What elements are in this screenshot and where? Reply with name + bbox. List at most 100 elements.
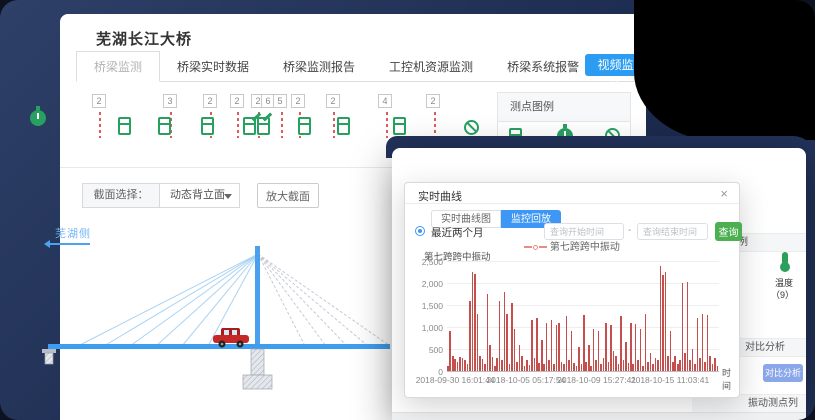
- chart-bar: [558, 323, 560, 371]
- chart-bar: [585, 362, 587, 371]
- chart-bar: [504, 292, 506, 371]
- chart-bar: [632, 364, 634, 371]
- temperature-count: （9）: [771, 288, 794, 301]
- legend-marker-line: [524, 246, 532, 248]
- legend-series-name: 第七跨跨中振动: [550, 242, 620, 253]
- chart-bar: [625, 342, 627, 371]
- chart-bar: [571, 331, 573, 371]
- chart-bar: [640, 329, 642, 371]
- section-select-dropdown[interactable]: 动态背立面: [160, 183, 240, 208]
- chart-bar: [521, 356, 523, 371]
- chart-bar: [717, 366, 719, 371]
- detail-window-footer: [392, 412, 806, 420]
- chart-plot-area: [447, 261, 719, 371]
- chart-bar: [603, 358, 605, 371]
- chart-bar: [581, 364, 583, 371]
- chart-bar: [647, 362, 649, 371]
- thermometer-icon: [780, 252, 790, 272]
- chart-bar: [561, 362, 563, 371]
- chart-bar: [467, 364, 469, 371]
- chart-bar: [459, 357, 461, 371]
- chart-bar: [593, 329, 595, 371]
- chart-bar: [472, 272, 474, 371]
- chart-bar: [672, 362, 674, 371]
- chart-bar: [553, 364, 555, 371]
- chart-bar: [501, 360, 503, 371]
- chart-bar: [670, 331, 672, 371]
- chart-bar: [541, 340, 543, 371]
- chart-bar: [516, 362, 518, 371]
- chart-bar: [578, 347, 580, 371]
- chart-bar: [655, 358, 657, 371]
- chart-bar: [514, 329, 516, 371]
- modal-title: 实时曲线: [418, 188, 462, 204]
- chart-bar: [454, 359, 456, 371]
- chart-bar: [526, 360, 528, 371]
- chart-bar: [630, 323, 632, 371]
- chart-bar: [677, 364, 679, 371]
- chart-bar: [702, 314, 704, 371]
- chart-bar: [524, 366, 526, 371]
- main-tab-4[interactable]: 桥梁系统报警: [490, 52, 596, 81]
- compare-analysis-button[interactable]: 对比分析: [763, 364, 803, 382]
- chart-bar: [464, 360, 466, 371]
- x-tick-label: 2018-10-05 05:17:54: [486, 375, 565, 385]
- window2-right-band: [806, 140, 815, 420]
- chart-bar: [618, 364, 620, 371]
- chart-bar: [551, 320, 553, 371]
- realtime-curve-modal: 实时曲线 × 实时曲线图 监控回放 最近两个月 - 查询 第七跨跨中振动 第七跨…: [404, 182, 740, 398]
- chart-bar: [499, 301, 501, 371]
- chart-bar: [457, 362, 459, 371]
- chart-bar: [576, 366, 578, 371]
- chart-bar: [697, 318, 699, 371]
- chevron-down-icon: [224, 194, 232, 199]
- close-icon[interactable]: ×: [720, 186, 728, 201]
- chart-bar: [583, 315, 585, 371]
- main-tab-1[interactable]: 桥梁实时数据: [160, 52, 266, 81]
- chart-bar: [623, 360, 625, 371]
- chart-bar: [590, 366, 592, 371]
- modal-header: 实时曲线 ×: [405, 183, 739, 204]
- chart-bar: [474, 274, 476, 371]
- chart-bar: [519, 345, 521, 371]
- chart-bar: [628, 363, 630, 371]
- main-tab-3[interactable]: 工控机资源监测: [372, 52, 490, 81]
- chart-bar: [682, 283, 684, 371]
- section-select-row: 截面选择： 动态背立面 放大截面: [82, 183, 319, 208]
- gridline: [447, 371, 719, 372]
- chart-bar: [492, 357, 494, 371]
- chart-bar: [566, 316, 568, 371]
- chart-bar: [529, 365, 531, 371]
- section-select-value: 动态背立面: [170, 189, 225, 201]
- chart-bar: [482, 359, 484, 371]
- recent-two-months-radio[interactable]: [415, 226, 425, 236]
- x-tick-label: 2018-09-30 16:01:44: [416, 375, 495, 385]
- chart-bar: [531, 320, 533, 371]
- page-title: 芜湖长江大桥: [96, 28, 192, 49]
- chart-bar: [704, 362, 706, 371]
- y-tick-label: 2,000: [407, 279, 443, 289]
- chart-bar: [588, 345, 590, 371]
- chart-bar: [699, 358, 701, 371]
- main-tab-2[interactable]: 桥梁监测报告: [266, 52, 372, 81]
- gridline: [447, 283, 719, 284]
- chart-bar: [679, 360, 681, 371]
- chart-bar: [548, 360, 550, 371]
- black-corner-backdrop: [634, 0, 815, 142]
- chart-bar: [573, 363, 575, 371]
- chart-bar: [689, 360, 691, 371]
- chart-bar: [687, 282, 689, 371]
- chart-bar: [546, 323, 548, 371]
- chart-bar: [712, 364, 714, 371]
- main-tab-0[interactable]: 桥梁监测: [76, 51, 160, 82]
- chart-bar: [556, 325, 558, 371]
- bridge-diagram: [40, 218, 400, 420]
- zoom-section-button[interactable]: 放大截面: [257, 183, 319, 208]
- chart-bar: [452, 356, 454, 371]
- chart-bar: [615, 356, 617, 371]
- gridline: [447, 261, 719, 262]
- chart-bar: [447, 366, 449, 371]
- chart-bar: [652, 364, 654, 371]
- chart-bar: [496, 358, 498, 371]
- chart-bar: [613, 351, 615, 371]
